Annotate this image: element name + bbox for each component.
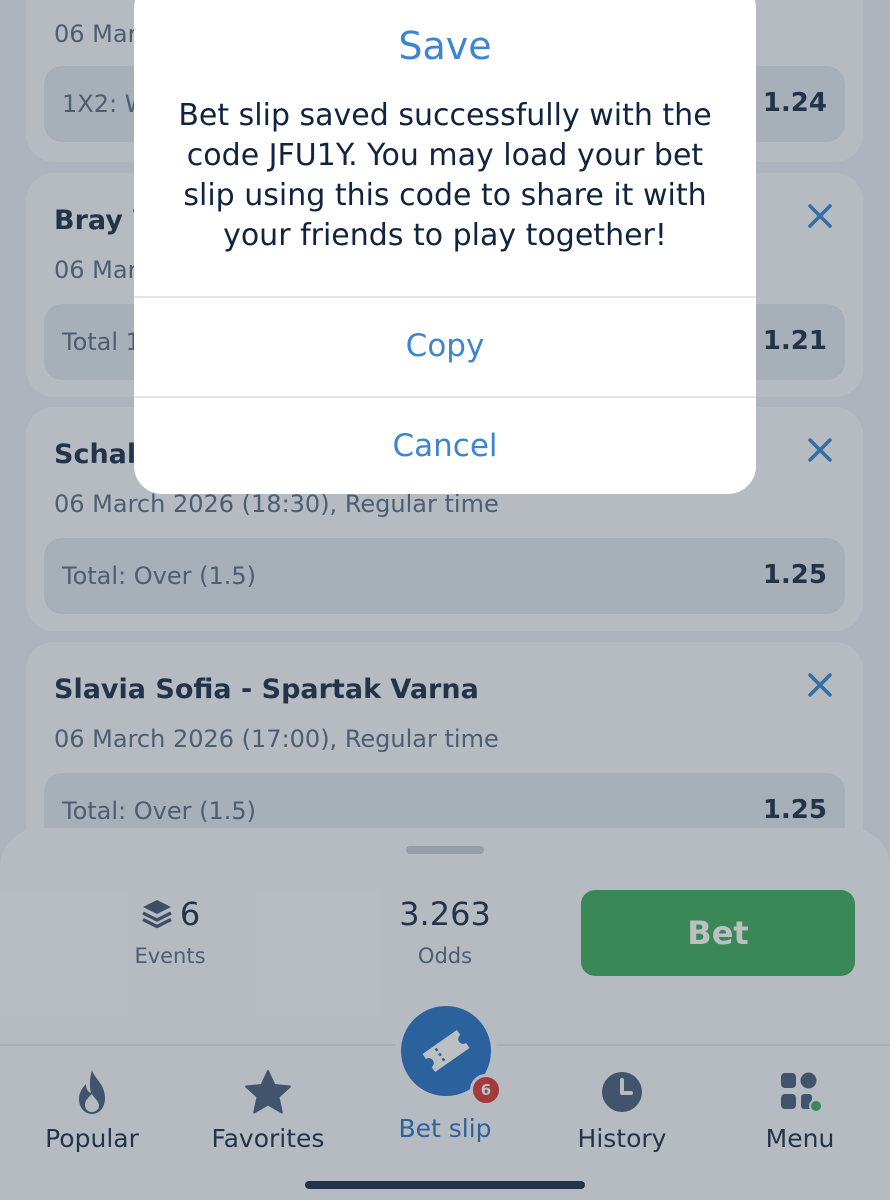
dialog-message: Bet slip saved successfully with the cod…: [178, 98, 712, 253]
save-dialog: Save Bet slip saved successfully with th…: [134, 0, 756, 494]
dialog-title: Save: [398, 24, 492, 68]
copy-button[interactable]: Copy: [134, 296, 756, 394]
cancel-button[interactable]: Cancel: [134, 396, 756, 494]
